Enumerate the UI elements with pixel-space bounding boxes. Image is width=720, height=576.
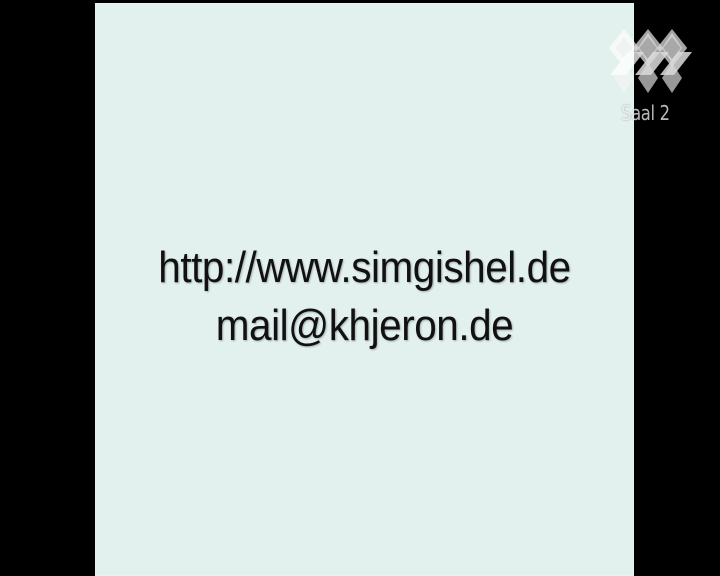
channel-logo-icon (600, 26, 696, 100)
channel-caption: Saal 2 (621, 101, 670, 125)
slide-panel: http://www.simgishel.de mail@khjeron.de (95, 3, 634, 576)
website-url-text: http://www.simgishel.de (158, 243, 571, 292)
slide-text-block: http://www.simgishel.de mail@khjeron.de (117, 239, 613, 355)
email-address-text: mail@khjeron.de (215, 301, 514, 350)
video-frame: http://www.simgishel.de mail@khjeron.de … (0, 0, 720, 576)
